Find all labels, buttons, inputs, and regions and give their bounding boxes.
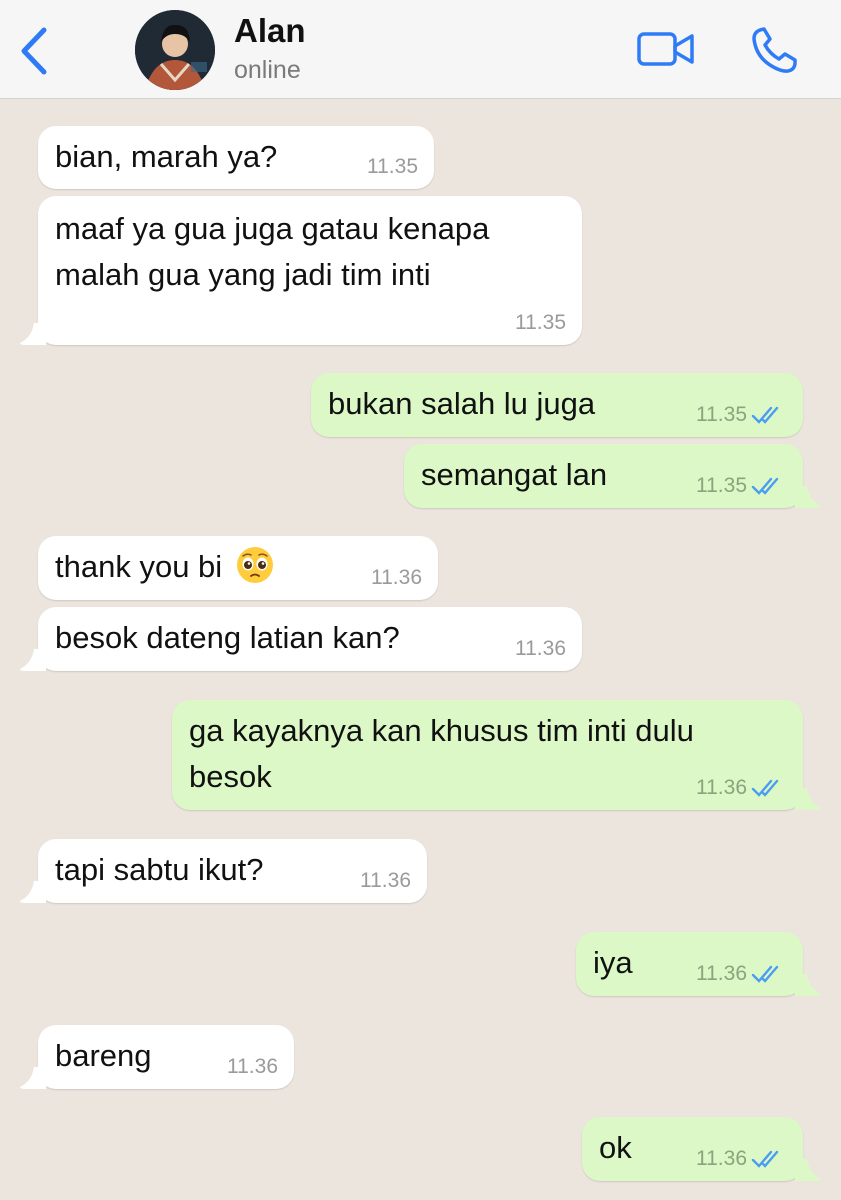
message-meta: 11.36 xyxy=(227,1055,278,1079)
message-bubble-incoming[interactable]: bian, marah ya? 11.35 xyxy=(38,126,434,189)
message-text: thank you bi xyxy=(55,544,275,590)
avatar[interactable] xyxy=(135,10,215,90)
message-time: 11.36 xyxy=(515,637,566,660)
message-text: bian, marah ya? xyxy=(55,139,278,174)
message-meta: 11.36 xyxy=(515,637,566,661)
message-time: 11.36 xyxy=(696,962,747,985)
bubble-tail xyxy=(20,1067,46,1089)
phone-icon xyxy=(752,27,797,73)
message-bubble-outgoing[interactable]: ga kayaknya kan khusus tim inti dulu bes… xyxy=(172,700,821,810)
message-time: 11.36 xyxy=(360,869,411,892)
double-check-icon xyxy=(751,477,779,495)
message-text-content: thank you bi xyxy=(55,549,223,584)
bubble-tail xyxy=(795,486,821,508)
contact-name[interactable]: Alan xyxy=(234,12,306,50)
message-bubble-outgoing[interactable]: ok 11.36 xyxy=(582,1117,821,1181)
message-meta: 11.35 xyxy=(696,403,783,427)
message-meta: 11.35 xyxy=(696,474,783,498)
message-bubble-outgoing[interactable]: iya 11.36 xyxy=(576,932,821,996)
bubble-tail xyxy=(795,1159,821,1181)
double-check-icon xyxy=(751,965,779,983)
message-line: ga kayaknya kan khusus tim inti dulu xyxy=(189,713,694,748)
message-time: 11.36 xyxy=(227,1055,278,1078)
message-text: bareng xyxy=(55,1038,152,1073)
double-check-icon xyxy=(751,779,779,797)
message-time: 11.36 xyxy=(696,1147,747,1170)
message-meta: 11.36 xyxy=(360,869,411,893)
contact-status: online xyxy=(234,56,301,84)
message-text: tapi sabtu ikut? xyxy=(55,852,264,887)
bubble-tail xyxy=(20,649,46,671)
message-text: ok xyxy=(599,1130,632,1165)
video-call-button[interactable] xyxy=(636,28,696,72)
chat-header: Alan online xyxy=(0,0,841,99)
bubble-tail xyxy=(795,788,821,810)
message-meta: 11.35 xyxy=(367,155,418,179)
message-meta: 11.36 xyxy=(696,776,783,800)
message-text: bukan salah lu juga xyxy=(328,386,596,421)
message-meta: 11.36 xyxy=(696,1147,783,1171)
message-line: maaf ya gua juga gatau kenapa xyxy=(55,211,490,246)
message-meta: 11.35 xyxy=(515,311,566,335)
message-text: besok dateng latian kan? xyxy=(55,620,400,655)
message-time: 11.35 xyxy=(696,403,747,426)
chevron-left-icon xyxy=(21,27,47,75)
back-button[interactable] xyxy=(16,24,56,78)
message-meta: 11.36 xyxy=(696,962,783,986)
double-check-icon xyxy=(751,1150,779,1168)
message-text: ga kayaknya kan khusus tim inti dulu bes… xyxy=(189,708,694,800)
bubble-tail xyxy=(795,974,821,996)
voice-call-button[interactable] xyxy=(748,24,800,76)
message-time: 11.36 xyxy=(696,776,747,799)
message-time: 11.35 xyxy=(367,155,418,178)
message-bubble-incoming[interactable]: thank you bi 11.36 xyxy=(38,536,438,600)
bubble-tail xyxy=(20,881,46,903)
message-text: iya xyxy=(593,945,633,980)
message-line: malah gua yang jadi tim inti xyxy=(55,257,431,292)
message-text: maaf ya gua juga gatau kenapa malah gua … xyxy=(55,206,489,298)
bubble-tail xyxy=(20,323,46,345)
message-bubble-incoming[interactable]: bareng 11.36 xyxy=(20,1025,294,1089)
pleading-face-emoji xyxy=(236,547,273,583)
double-check-icon xyxy=(751,406,779,424)
message-time: 11.35 xyxy=(696,474,747,497)
video-camera-icon xyxy=(637,32,694,66)
message-bubble-incoming[interactable]: maaf ya gua juga gatau kenapa malah gua … xyxy=(20,196,582,345)
message-bubble-incoming[interactable]: tapi sabtu ikut? 11.36 xyxy=(20,839,427,903)
message-meta: 11.36 xyxy=(371,566,422,590)
message-time: 11.36 xyxy=(371,566,422,589)
message-bubble-outgoing[interactable]: bukan salah lu juga 11.35 xyxy=(311,373,803,437)
message-text: semangat lan xyxy=(421,457,608,492)
message-bubble-incoming[interactable]: besok dateng latian kan? 11.36 xyxy=(20,607,582,671)
message-time: 11.35 xyxy=(515,311,566,334)
message-bubble-outgoing[interactable]: semangat lan 11.35 xyxy=(404,444,821,508)
message-line: besok xyxy=(189,759,272,794)
